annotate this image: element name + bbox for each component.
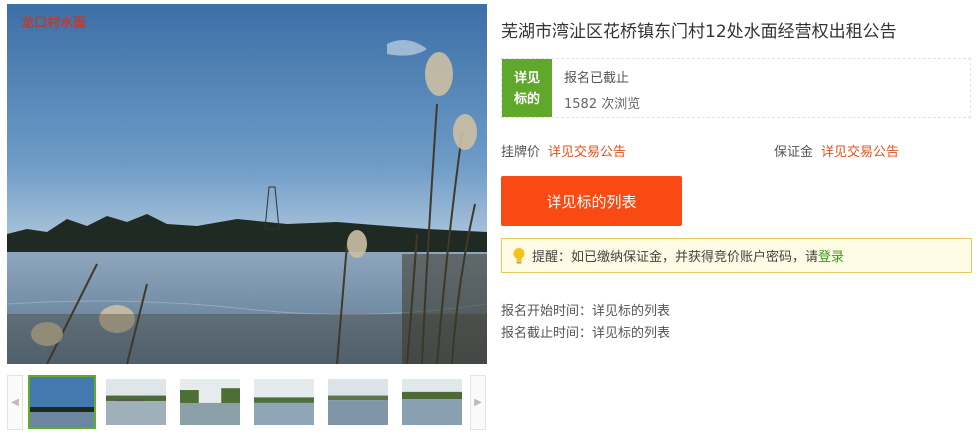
registration-end-time: 报名截止时间：详见标的列表 (501, 326, 671, 341)
lightbulb-icon (513, 247, 525, 263)
main-image: 龙口村水面 (7, 4, 487, 364)
listing-price-link[interactable]: 详见交易公告 (548, 145, 626, 160)
status-tag-line2: 标的 (513, 92, 540, 107)
image-watermark: 龙口村水面 (21, 16, 87, 31)
status-tag: 详见 标的 (502, 59, 552, 117)
page-title: 芜湖市湾沚区花桥镇东门村12处水面经营权出租公告 (501, 22, 897, 42)
reminder-bar: 提醒：如已缴纳保证金，并获得竞价账户密码，请 登录 (501, 238, 972, 273)
deposit-link[interactable]: 详见交易公告 (821, 145, 899, 160)
view-listing-button[interactable]: 详见标的列表 (501, 176, 682, 226)
registration-status: 报名已截止 (564, 71, 630, 86)
chevron-right-icon: ▶ (474, 397, 482, 408)
thumbnail-strip: ◀ ▶ (7, 375, 487, 430)
login-link[interactable]: 登录 (818, 246, 844, 265)
deposit: 保证金 详见交易公告 (774, 141, 899, 160)
status-tag-line1: 详见 (513, 71, 540, 86)
thumbnail-4[interactable] (252, 377, 316, 427)
thumbnail-1[interactable] (28, 375, 96, 429)
view-count-number: 1582 (564, 97, 598, 112)
prev-thumbnail-button[interactable]: ◀ (7, 375, 23, 430)
view-count-unit: 次浏览 (601, 97, 641, 112)
listing-price-label: 挂牌价 (501, 145, 541, 160)
chevron-left-icon: ◀ (11, 397, 19, 408)
next-thumbnail-button[interactable]: ▶ (470, 375, 486, 430)
listing-price: 挂牌价 详见交易公告 (501, 141, 626, 160)
view-count: 1582 次浏览 (564, 93, 640, 112)
thumbnail-6[interactable] (400, 377, 464, 427)
thumbnail-3[interactable] (178, 377, 242, 427)
status-box: 详见 标的 报名已截止 1582 次浏览 (501, 58, 971, 118)
reminder-text: 提醒：如已缴纳保证金，并获得竞价账户密码，请 (532, 250, 819, 265)
thumbnail-5[interactable] (326, 377, 390, 427)
thumbnail-2[interactable] (104, 377, 168, 427)
registration-start-time: 报名开始时间：详见标的列表 (501, 304, 671, 319)
deposit-label: 保证金 (774, 145, 814, 160)
